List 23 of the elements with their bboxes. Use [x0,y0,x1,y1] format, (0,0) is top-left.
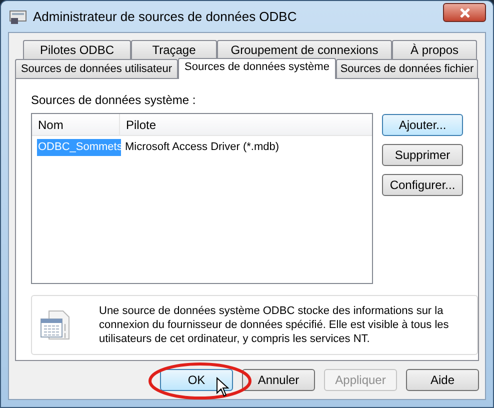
tab[interactable]: À propos [392,40,477,59]
tab[interactable]: Groupement de connexions [217,40,392,59]
dialog-button[interactable]: Annuler [242,369,315,391]
window-app-icon [9,8,27,24]
tab[interactable]: Sources de données système [178,58,336,79]
cursor-icon [216,377,230,397]
tab[interactable]: Pilotes ODBC [23,40,131,59]
tab[interactable]: Traçage [131,40,217,59]
tab[interactable]: Sources de données utilisateur [15,59,178,78]
list-cell[interactable]: Microsoft Access Driver (*.mdb) [124,139,280,156]
table-document-icon [39,309,71,341]
list-label: Sources de données système : [31,92,197,109]
tab[interactable]: Sources de données fichier [336,59,478,78]
info-text: Une source de données système ODBC stocke des informations sur la connexion du fournisseur de données spécifié. Elle est visible à tous les utilisateurs de cet ordinateur, y compris les services NT. [99,304,449,346]
close-icon [458,8,470,18]
dialog-button[interactable]: Supprimer [382,144,463,166]
column-header[interactable]: Pilote [120,114,372,135]
dialog-button[interactable]: Aide [406,369,479,391]
column-header[interactable]: Nom [32,114,120,135]
dialog-button[interactable]: Ajouter... [382,114,463,136]
dialog-button[interactable]: Configurer... [382,174,463,196]
window-title: Administrateur de sources de données ODBC [33,8,298,26]
close-button[interactable] [443,3,486,22]
